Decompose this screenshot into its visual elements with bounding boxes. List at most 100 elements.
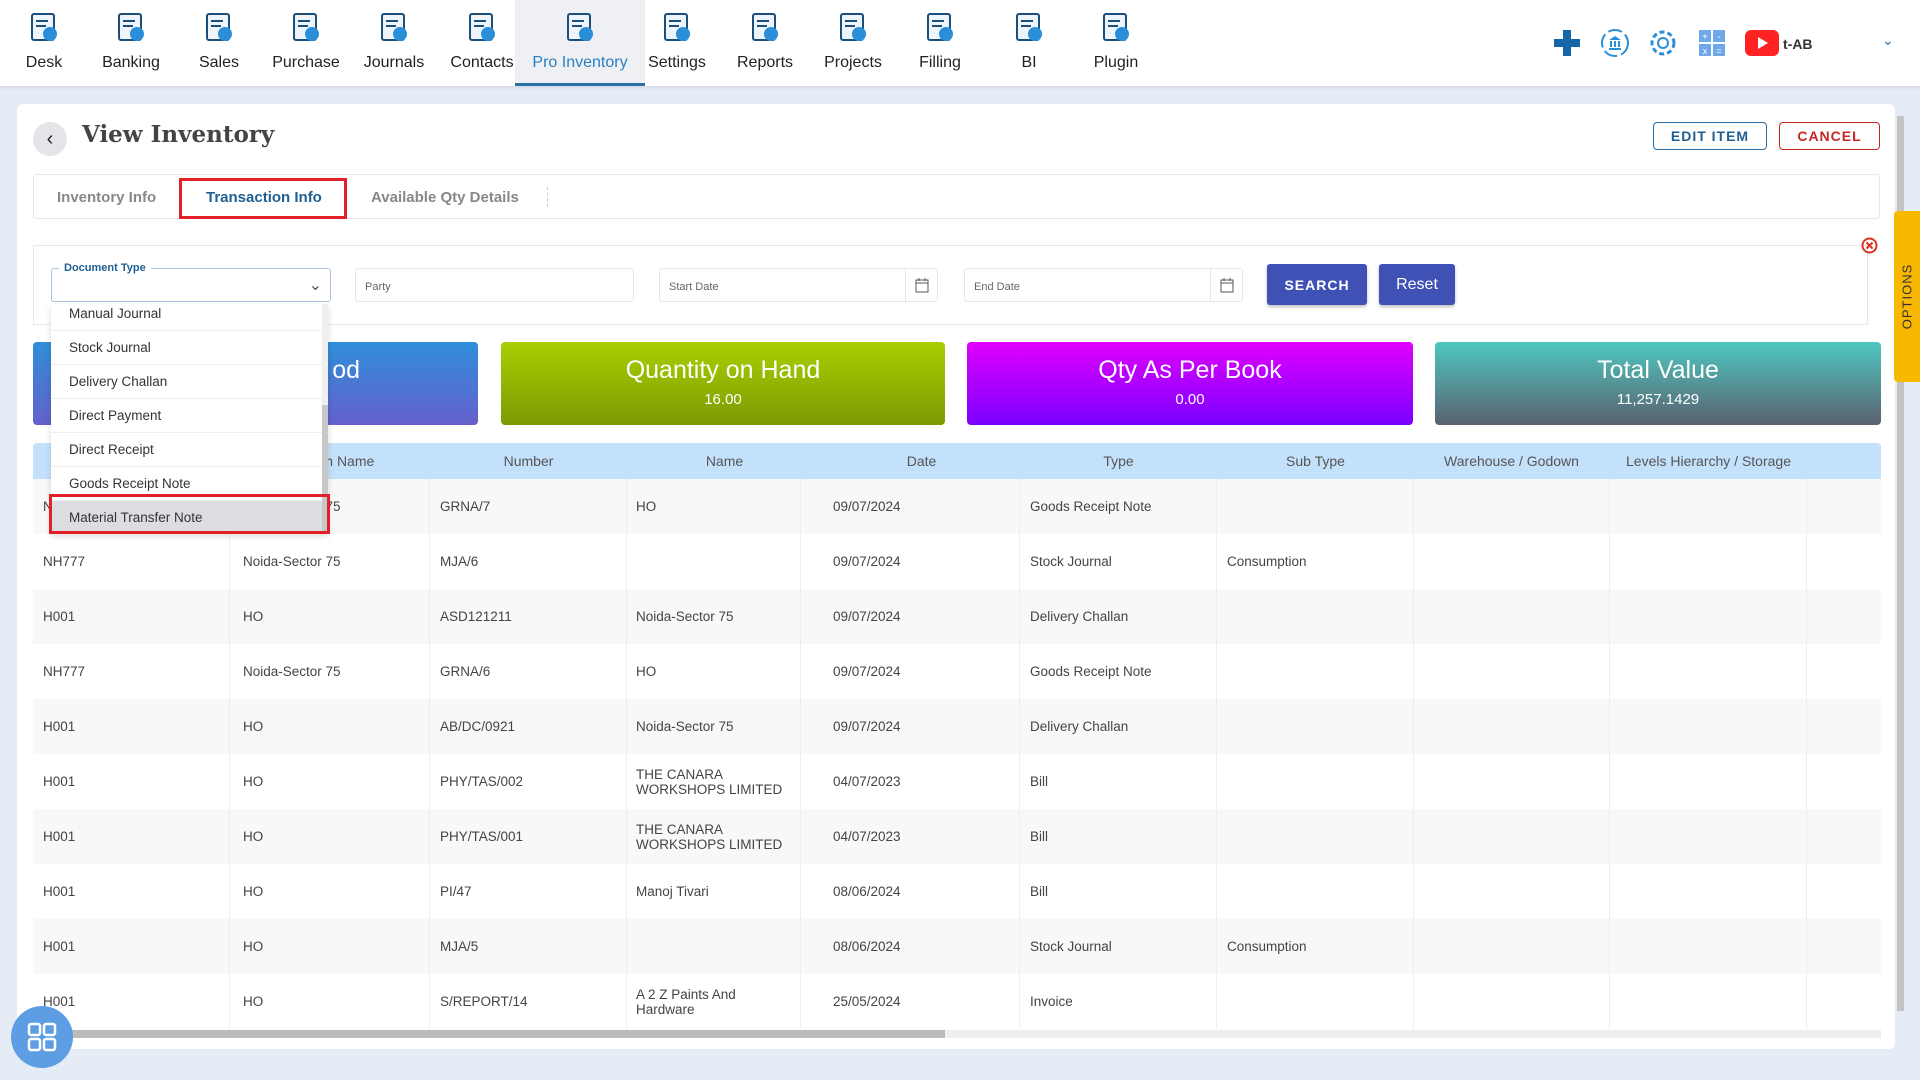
- nav-label: Journals: [363, 54, 425, 71]
- table-cell: AB/DC/0921: [430, 699, 627, 754]
- start-date-calendar-button[interactable]: [905, 269, 937, 301]
- table-cell: [1217, 974, 1414, 1029]
- nav-item-plugin[interactable]: Plugin: [1074, 0, 1158, 86]
- table-cell: GRNA/6: [430, 644, 627, 699]
- end-date-calendar-button[interactable]: [1210, 269, 1242, 301]
- table-cell: [1413, 809, 1610, 864]
- tab-available-qty-details[interactable]: Available Qty Details: [371, 189, 519, 206]
- search-button[interactable]: SEARCH: [1267, 264, 1367, 305]
- dropdown-option[interactable]: Delivery Challan: [51, 365, 322, 399]
- table-cell: 09/07/2024: [823, 699, 1020, 754]
- scrollbar-thumb[interactable]: [33, 1030, 945, 1038]
- table-row[interactable]: H001 HO PHY/TAS/002 THE CANARA WORKSHOPS LI…: [33, 754, 1881, 809]
- column-header[interactable]: Type: [1020, 453, 1217, 469]
- highlight-box: [49, 494, 330, 534]
- dropdown-option[interactable]: Direct Payment: [51, 399, 322, 433]
- nav-item-filling[interactable]: Filling: [898, 0, 982, 86]
- dropdown-option[interactable]: Stock Journal: [51, 331, 322, 365]
- gear-icon[interactable]: [1646, 26, 1680, 60]
- nav-item-reports[interactable]: Reports: [723, 0, 807, 86]
- table-cell: 08/06/2024: [823, 919, 1020, 974]
- column-header[interactable]: Sub Type: [1217, 453, 1414, 469]
- bank-sync-icon[interactable]: [1598, 26, 1632, 60]
- party-input[interactable]: Party: [355, 268, 634, 302]
- dropdown-option[interactable]: Direct Receipt: [51, 433, 322, 467]
- table-cell: [1610, 699, 1807, 754]
- nav-label: Reports: [736, 54, 794, 71]
- options-tab[interactable]: OPTIONS: [1894, 211, 1920, 382]
- chevron-down-icon: ⌄: [308, 277, 322, 294]
- tab-inventory-info[interactable]: Inventory Info: [57, 189, 156, 206]
- table-cell: [1610, 919, 1807, 974]
- table-row[interactable]: H001 HO AB/DC/0921 Noida-Sector 75 09/07/202…: [33, 699, 1881, 754]
- calculator-icon[interactable]: + -x =: [1695, 26, 1729, 60]
- apps-menu-button[interactable]: [11, 1006, 73, 1068]
- column-header[interactable]: Warehouse / Godown: [1413, 453, 1610, 469]
- table-row[interactable]: H001 HO PHY/TAS/001 THE CANARA WORKSHOPS LI…: [33, 809, 1881, 864]
- nav-item-bi[interactable]: BI: [987, 0, 1071, 86]
- end-date-input[interactable]: End Date: [964, 268, 1243, 302]
- reports-icon: [752, 13, 778, 41]
- table-row[interactable]: NH777 Noida-Sector 75 GRNA/6 HO 09/07/2024 Go…: [33, 644, 1881, 699]
- table-row[interactable]: H001 HO S/REPORT/14 A 2 Z Paints And Hardwa…: [33, 974, 1881, 1029]
- table-row[interactable]: H001 HO MJA/5 08/06/2024 Stock Journal Consum…: [33, 919, 1881, 974]
- nav-item-desk[interactable]: Desk: [2, 0, 86, 86]
- table-cell: Consumption: [1217, 919, 1414, 974]
- table-cell: HO: [233, 754, 430, 809]
- nav-item-sales[interactable]: Sales: [177, 0, 261, 86]
- highlight-box: [179, 178, 347, 219]
- table-cell: [1610, 534, 1807, 589]
- youtube-icon[interactable]: [1745, 30, 1779, 56]
- nav-item-pro-inventory[interactable]: Pro Inventory: [515, 0, 645, 86]
- start-date-input[interactable]: Start Date: [659, 268, 938, 302]
- table-row[interactable]: H001 HO PI/47 Manoj Tivari 08/06/2024 Bill: [33, 864, 1881, 919]
- table-cell: [1610, 864, 1807, 919]
- table-cell: Delivery Challan: [1020, 589, 1217, 644]
- table-cell: PI/47: [430, 864, 627, 919]
- table-cell: Noida-Sector 75: [233, 644, 430, 699]
- close-circle-icon[interactable]: [1861, 237, 1878, 254]
- table-cell: Goods Receipt Note: [1020, 644, 1217, 699]
- table-cell: HO: [626, 644, 801, 699]
- reset-button[interactable]: Reset: [1379, 264, 1455, 305]
- document-type-label: Document Type: [59, 262, 151, 274]
- dropdown-option[interactable]: Manual Journal: [51, 304, 322, 331]
- table-cell: [1413, 534, 1610, 589]
- nav-item-purchase[interactable]: Purchase: [264, 0, 348, 86]
- table-row[interactable]: NH777 Noida-Sector 75 MJA/6 09/07/2024 Stock…: [33, 534, 1881, 589]
- table-cell: [1217, 644, 1414, 699]
- settings-tools-icon: [664, 13, 690, 41]
- table-cell: H001: [33, 919, 230, 974]
- nav-item-projects[interactable]: Projects: [811, 0, 895, 86]
- nav-item-journals[interactable]: Journals: [352, 0, 436, 86]
- nav-item-settings[interactable]: Settings: [635, 0, 719, 86]
- cancel-button[interactable]: CANCEL: [1779, 122, 1880, 150]
- grid-icon: [27, 1022, 57, 1052]
- nav-item-contacts[interactable]: Contacts: [440, 0, 524, 86]
- table-cell: Invoice: [1020, 974, 1217, 1029]
- plus-icon[interactable]: [1550, 26, 1584, 60]
- table-cell: [1807, 644, 1881, 699]
- stat-title: Total Value: [1597, 356, 1719, 384]
- column-header[interactable]: Date: [823, 453, 1020, 469]
- user-name[interactable]: t-AB: [1783, 36, 1813, 52]
- table-cell: ASD121211: [430, 589, 627, 644]
- table-cell: 04/07/2023: [823, 809, 1020, 864]
- column-header[interactable]: Number: [430, 453, 627, 469]
- edit-item-button[interactable]: EDIT ITEM: [1653, 122, 1767, 150]
- table-cell: [1217, 809, 1414, 864]
- table-row[interactable]: H001 HO ASD121211 Noida-Sector 75 09/07/2024…: [33, 589, 1881, 644]
- horizontal-scrollbar[interactable]: [33, 1030, 1881, 1038]
- table-cell: [1807, 919, 1881, 974]
- column-header[interactable]: Levels Hierarchy / Storage: [1610, 453, 1807, 469]
- start-date-placeholder: Start Date: [669, 281, 719, 293]
- nav-item-banking[interactable]: Banking: [89, 0, 173, 86]
- table-cell: MJA/5: [430, 919, 627, 974]
- table-cell: HO: [233, 974, 430, 1029]
- chevron-down-icon[interactable]: ⌄: [1882, 32, 1894, 49]
- table-cell: [1413, 919, 1610, 974]
- back-button[interactable]: ‹: [33, 122, 67, 156]
- stat-value: 11,257.1429: [1616, 391, 1700, 408]
- column-header[interactable]: Name: [626, 453, 823, 469]
- stat-card-qty-as-per-book: Qty As Per Book 0.00: [967, 342, 1413, 425]
